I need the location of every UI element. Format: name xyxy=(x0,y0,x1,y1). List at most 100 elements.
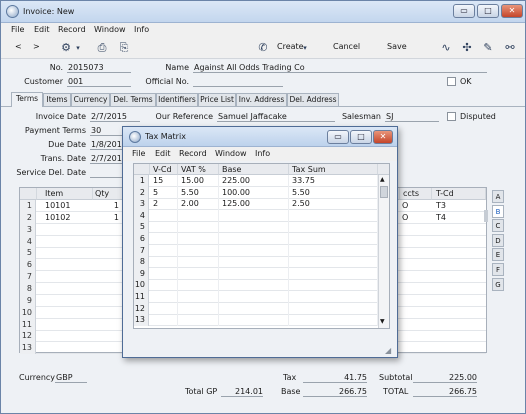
tab-identifiers[interactable]: Identifiers xyxy=(156,93,198,106)
tax-matrix-row[interactable]: 8 xyxy=(134,256,378,269)
base-cell[interactable]: 225.00 xyxy=(219,175,289,187)
item-cell[interactable] xyxy=(37,224,93,236)
vat-percent-cell[interactable] xyxy=(178,279,219,292)
previous-record-button[interactable]: < xyxy=(15,42,22,52)
accounts-cell[interactable] xyxy=(400,247,432,259)
tax-sum-cell[interactable] xyxy=(289,221,378,234)
base-cell[interactable] xyxy=(219,221,289,234)
tax-matrix-row[interactable]: 9 xyxy=(134,267,378,280)
base-cell[interactable]: 100.00 xyxy=(219,186,289,199)
qty-cell[interactable] xyxy=(93,319,123,331)
menu-window[interactable]: Window xyxy=(94,25,126,35)
menu-file[interactable]: File xyxy=(11,25,24,35)
vat-percent-cell[interactable] xyxy=(178,302,219,315)
item-cell[interactable] xyxy=(37,330,93,342)
base-cell[interactable] xyxy=(219,291,289,303)
tax-matrix-scrollbar[interactable]: ▲ ▼ xyxy=(378,175,389,328)
tax-matrix-header-tax-sum[interactable]: Tax Sum xyxy=(289,164,378,175)
tax-matrix-header-base[interactable]: Base xyxy=(219,164,289,175)
tax-matrix-row[interactable]: 5 xyxy=(134,221,378,234)
tax-matrix-row[interactable]: 10 xyxy=(134,279,378,292)
tax-matrix-maximize-button[interactable]: □ xyxy=(350,130,372,144)
tab-del-terms[interactable]: Del. Terms xyxy=(110,93,156,106)
side-tab-d[interactable]: D xyxy=(492,233,504,247)
tax-matrix-menu-info[interactable]: Info xyxy=(255,149,270,159)
menu-info[interactable]: Info xyxy=(134,25,149,35)
tax-matrix-row[interactable]: 7 xyxy=(134,244,378,257)
item-cell[interactable] xyxy=(37,259,93,271)
tax-matrix-menu-edit[interactable]: Edit xyxy=(155,149,171,159)
tax-code-cell[interactable] xyxy=(432,236,486,248)
accounts-cell[interactable] xyxy=(400,319,432,331)
tax-matrix-scroll-thumb[interactable] xyxy=(380,186,388,198)
accounts-cell[interactable] xyxy=(400,271,432,283)
qty-cell[interactable] xyxy=(93,259,123,271)
accounts-cell[interactable] xyxy=(400,330,432,342)
item-cell[interactable] xyxy=(37,342,93,354)
tax-code-cell[interactable] xyxy=(432,330,486,342)
grid-header-accounts[interactable]: ccts xyxy=(400,188,432,200)
tax-matrix-row[interactable]: 13 xyxy=(134,314,378,327)
tax-matrix-row[interactable]: 4 xyxy=(134,209,378,222)
menu-record[interactable]: Record xyxy=(58,25,86,35)
vat-percent-cell[interactable] xyxy=(178,221,219,234)
activity-icon[interactable]: ∿ xyxy=(439,41,453,55)
tax-matrix-header-vat[interactable]: VAT % xyxy=(178,164,219,175)
tax-sum-cell[interactable] xyxy=(289,256,378,269)
qty-cell[interactable]: 1 xyxy=(93,212,123,224)
customer-field[interactable]: 001 xyxy=(67,77,131,87)
tax-sum-cell[interactable] xyxy=(289,314,378,327)
tax-matrix-row[interactable]: 3 2 2.00 125.00 2.50 xyxy=(134,198,378,211)
tax-code-cell[interactable]: T3 xyxy=(432,200,486,212)
base-cell[interactable] xyxy=(219,209,289,222)
side-tab-f[interactable]: F xyxy=(492,263,504,276)
side-tab-g[interactable]: G xyxy=(492,277,504,291)
print-icon[interactable]: ⎙ xyxy=(95,41,109,55)
tax-matrix-row[interactable]: 11 xyxy=(134,291,378,303)
item-cell[interactable] xyxy=(37,247,93,259)
vat-percent-cell[interactable]: 2.00 xyxy=(178,198,219,211)
tax-code-cell[interactable] xyxy=(432,271,486,283)
tax-sum-cell[interactable]: 5.50 xyxy=(289,186,378,199)
accounts-cell[interactable] xyxy=(400,259,432,271)
phone-icon[interactable]: ✆ xyxy=(256,41,270,55)
tax-matrix-row[interactable]: 1 15 15.00 225.00 33.75 xyxy=(134,175,378,187)
item-cell[interactable] xyxy=(37,283,93,295)
qty-cell[interactable] xyxy=(93,330,123,342)
item-cell[interactable] xyxy=(37,271,93,283)
tax-code-cell[interactable] xyxy=(432,295,486,307)
vat-percent-cell[interactable] xyxy=(178,291,219,303)
tax-matrix-header-vcd[interactable]: V-Cd xyxy=(150,164,178,175)
vat-percent-cell[interactable]: 5.50 xyxy=(178,186,219,199)
accounts-cell[interactable] xyxy=(400,224,432,236)
our-reference-field[interactable]: Samuel Jaffacake xyxy=(217,112,335,122)
tax-code-cell[interactable] xyxy=(432,342,486,354)
vat-percent-cell[interactable] xyxy=(178,256,219,269)
expand-icon[interactable]: ✣ xyxy=(460,41,474,55)
side-tab-e[interactable]: E xyxy=(492,248,504,262)
vat-code-cell[interactable] xyxy=(150,221,178,234)
create-chevron-down-icon[interactable]: ▾ xyxy=(298,41,312,55)
qty-cell[interactable] xyxy=(93,307,123,319)
tax-matrix-row[interactable]: 2 5 5.50 100.00 5.50 xyxy=(134,186,378,199)
tax-matrix-minimize-button[interactable]: ▭ xyxy=(327,130,349,144)
base-cell[interactable] xyxy=(219,279,289,292)
grid-header-tax-code[interactable]: T-Cd xyxy=(432,188,486,200)
tax-code-cell[interactable] xyxy=(432,307,486,319)
attachment-icon[interactable]: ✎ xyxy=(481,41,495,55)
tax-sum-cell[interactable]: 2.50 xyxy=(289,198,378,211)
link-icon[interactable]: ⚯ xyxy=(503,41,517,55)
menu-edit[interactable]: Edit xyxy=(34,25,50,35)
accounts-cell[interactable] xyxy=(400,236,432,248)
vat-code-cell[interactable] xyxy=(150,267,178,280)
qty-cell[interactable] xyxy=(93,283,123,295)
qty-cell[interactable] xyxy=(93,271,123,283)
name-field[interactable]: Against All Odds Trading Co xyxy=(193,63,487,73)
vat-percent-cell[interactable] xyxy=(178,209,219,222)
next-record-button[interactable]: > xyxy=(33,42,40,52)
tax-code-cell[interactable] xyxy=(432,224,486,236)
tax-matrix-menu-window[interactable]: Window xyxy=(215,149,247,159)
item-cell[interactable] xyxy=(37,307,93,319)
qty-cell[interactable] xyxy=(93,247,123,259)
accounts-cell[interactable] xyxy=(400,342,432,354)
